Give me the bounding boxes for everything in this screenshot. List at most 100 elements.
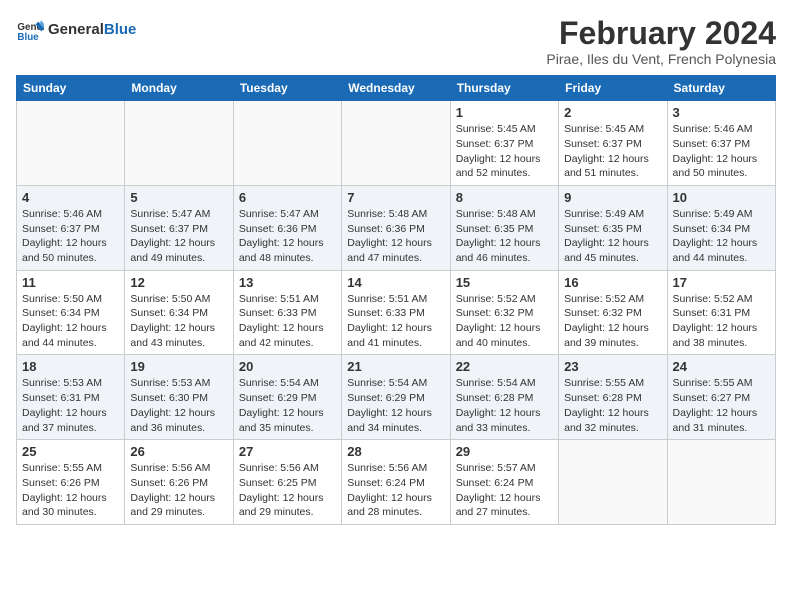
day-number: 16	[564, 275, 661, 290]
column-header-thursday: Thursday	[450, 76, 558, 101]
day-number: 12	[130, 275, 227, 290]
calendar-cell: 13 Sunrise: 5:51 AM Sunset: 6:33 PM Dayli…	[233, 270, 341, 355]
day-info: Sunrise: 5:55 AM Sunset: 6:26 PM Dayligh…	[22, 461, 119, 520]
calendar-cell: 7 Sunrise: 5:48 AM Sunset: 6:36 PM Daylig…	[342, 185, 450, 270]
day-number: 25	[22, 444, 119, 459]
column-header-monday: Monday	[125, 76, 233, 101]
calendar-header-row: SundayMondayTuesdayWednesdayThursdayFrid…	[17, 76, 776, 101]
day-info: Sunrise: 5:49 AM Sunset: 6:34 PM Dayligh…	[673, 207, 770, 266]
calendar-cell	[125, 101, 233, 186]
day-number: 7	[347, 190, 444, 205]
day-info: Sunrise: 5:56 AM Sunset: 6:24 PM Dayligh…	[347, 461, 444, 520]
day-number: 26	[130, 444, 227, 459]
logo-general: General	[48, 21, 104, 38]
day-number: 3	[673, 105, 770, 120]
day-info: Sunrise: 5:55 AM Sunset: 6:28 PM Dayligh…	[564, 376, 661, 435]
day-info: Sunrise: 5:45 AM Sunset: 6:37 PM Dayligh…	[564, 122, 661, 181]
calendar-cell: 16 Sunrise: 5:52 AM Sunset: 6:32 PM Dayli…	[559, 270, 667, 355]
calendar-cell: 5 Sunrise: 5:47 AM Sunset: 6:37 PM Daylig…	[125, 185, 233, 270]
day-number: 28	[347, 444, 444, 459]
page-header: General Blue General Blue February 2024 P…	[16, 16, 776, 67]
day-number: 19	[130, 359, 227, 374]
day-number: 22	[456, 359, 553, 374]
svg-text:Blue: Blue	[17, 32, 39, 43]
calendar-cell: 12 Sunrise: 5:50 AM Sunset: 6:34 PM Dayli…	[125, 270, 233, 355]
calendar-table: SundayMondayTuesdayWednesdayThursdayFrid…	[16, 75, 776, 525]
day-info: Sunrise: 5:51 AM Sunset: 6:33 PM Dayligh…	[239, 292, 336, 351]
column-header-sunday: Sunday	[17, 76, 125, 101]
day-number: 4	[22, 190, 119, 205]
day-info: Sunrise: 5:53 AM Sunset: 6:31 PM Dayligh…	[22, 376, 119, 435]
day-info: Sunrise: 5:52 AM Sunset: 6:32 PM Dayligh…	[456, 292, 553, 351]
calendar-cell: 14 Sunrise: 5:51 AM Sunset: 6:33 PM Dayli…	[342, 270, 450, 355]
day-info: Sunrise: 5:50 AM Sunset: 6:34 PM Dayligh…	[22, 292, 119, 351]
day-number: 10	[673, 190, 770, 205]
calendar-cell: 10 Sunrise: 5:49 AM Sunset: 6:34 PM Dayli…	[667, 185, 775, 270]
day-number: 27	[239, 444, 336, 459]
day-number: 13	[239, 275, 336, 290]
calendar-cell	[17, 101, 125, 186]
calendar-cell: 3 Sunrise: 5:46 AM Sunset: 6:37 PM Daylig…	[667, 101, 775, 186]
day-info: Sunrise: 5:51 AM Sunset: 6:33 PM Dayligh…	[347, 292, 444, 351]
day-info: Sunrise: 5:52 AM Sunset: 6:31 PM Dayligh…	[673, 292, 770, 351]
calendar-cell: 22 Sunrise: 5:54 AM Sunset: 6:28 PM Dayli…	[450, 355, 558, 440]
day-number: 24	[673, 359, 770, 374]
day-info: Sunrise: 5:56 AM Sunset: 6:26 PM Dayligh…	[130, 461, 227, 520]
logo-icon: General Blue	[16, 16, 44, 44]
calendar-cell: 1 Sunrise: 5:45 AM Sunset: 6:37 PM Daylig…	[450, 101, 558, 186]
day-info: Sunrise: 5:48 AM Sunset: 6:35 PM Dayligh…	[456, 207, 553, 266]
calendar-cell: 18 Sunrise: 5:53 AM Sunset: 6:31 PM Dayli…	[17, 355, 125, 440]
day-info: Sunrise: 5:53 AM Sunset: 6:30 PM Dayligh…	[130, 376, 227, 435]
day-number: 20	[239, 359, 336, 374]
calendar-cell: 19 Sunrise: 5:53 AM Sunset: 6:30 PM Dayli…	[125, 355, 233, 440]
day-number: 14	[347, 275, 444, 290]
calendar-cell: 26 Sunrise: 5:56 AM Sunset: 6:26 PM Dayli…	[125, 440, 233, 525]
calendar-cell: 24Sunrise: 5:55 AM Sunset: 6:27 PM Dayli…	[667, 355, 775, 440]
day-number: 18	[22, 359, 119, 374]
column-header-wednesday: Wednesday	[342, 76, 450, 101]
week-row-4: 18 Sunrise: 5:53 AM Sunset: 6:31 PM Dayli…	[17, 355, 776, 440]
day-info: Sunrise: 5:54 AM Sunset: 6:29 PM Dayligh…	[347, 376, 444, 435]
week-row-3: 11Sunrise: 5:50 AM Sunset: 6:34 PM Dayli…	[17, 270, 776, 355]
day-number: 17	[673, 275, 770, 290]
day-info: Sunrise: 5:45 AM Sunset: 6:37 PM Dayligh…	[456, 122, 553, 181]
calendar-cell: 21 Sunrise: 5:54 AM Sunset: 6:29 PM Dayli…	[342, 355, 450, 440]
calendar-cell: 17 Sunrise: 5:52 AM Sunset: 6:31 PM Dayli…	[667, 270, 775, 355]
day-number: 15	[456, 275, 553, 290]
day-info: Sunrise: 5:46 AM Sunset: 6:37 PM Dayligh…	[22, 207, 119, 266]
day-number: 1	[456, 105, 553, 120]
calendar-cell	[559, 440, 667, 525]
day-number: 21	[347, 359, 444, 374]
day-number: 2	[564, 105, 661, 120]
day-info: Sunrise: 5:47 AM Sunset: 6:37 PM Dayligh…	[130, 207, 227, 266]
week-row-2: 4 Sunrise: 5:46 AM Sunset: 6:37 PM Daylig…	[17, 185, 776, 270]
day-info: Sunrise: 5:46 AM Sunset: 6:37 PM Dayligh…	[673, 122, 770, 181]
calendar-cell: 9Sunrise: 5:49 AM Sunset: 6:35 PM Daylig…	[559, 185, 667, 270]
day-number: 5	[130, 190, 227, 205]
day-info: Sunrise: 5:54 AM Sunset: 6:29 PM Dayligh…	[239, 376, 336, 435]
day-info: Sunrise: 5:56 AM Sunset: 6:25 PM Dayligh…	[239, 461, 336, 520]
calendar-cell	[667, 440, 775, 525]
day-number: 23	[564, 359, 661, 374]
calendar-cell: 2 Sunrise: 5:45 AM Sunset: 6:37 PM Daylig…	[559, 101, 667, 186]
day-info: Sunrise: 5:54 AM Sunset: 6:28 PM Dayligh…	[456, 376, 553, 435]
calendar-cell: 20 Sunrise: 5:54 AM Sunset: 6:29 PM Dayli…	[233, 355, 341, 440]
page-subtitle: Pirae, Iles du Vent, French Polynesia	[546, 51, 776, 67]
day-info: Sunrise: 5:50 AM Sunset: 6:34 PM Dayligh…	[130, 292, 227, 351]
day-info: Sunrise: 5:52 AM Sunset: 6:32 PM Dayligh…	[564, 292, 661, 351]
calendar-cell: 25 Sunrise: 5:55 AM Sunset: 6:26 PM Dayli…	[17, 440, 125, 525]
day-info: Sunrise: 5:48 AM Sunset: 6:36 PM Dayligh…	[347, 207, 444, 266]
calendar-cell: 8Sunrise: 5:48 AM Sunset: 6:35 PM Daylig…	[450, 185, 558, 270]
calendar-cell: 23 Sunrise: 5:55 AM Sunset: 6:28 PM Dayli…	[559, 355, 667, 440]
title-area: February 2024 Pirae, Iles du Vent, Frenc…	[546, 16, 776, 67]
page-title: February 2024	[546, 16, 776, 51]
day-info: Sunrise: 5:57 AM Sunset: 6:24 PM Dayligh…	[456, 461, 553, 520]
calendar-cell	[233, 101, 341, 186]
calendar-cell: 27 Sunrise: 5:56 AM Sunset: 6:25 PM Dayli…	[233, 440, 341, 525]
week-row-5: 25 Sunrise: 5:55 AM Sunset: 6:26 PM Dayli…	[17, 440, 776, 525]
calendar-cell: 4 Sunrise: 5:46 AM Sunset: 6:37 PM Daylig…	[17, 185, 125, 270]
calendar-cell: 28 Sunrise: 5:56 AM Sunset: 6:24 PM Dayli…	[342, 440, 450, 525]
calendar-cell: 11Sunrise: 5:50 AM Sunset: 6:34 PM Dayli…	[17, 270, 125, 355]
logo: General Blue General Blue	[16, 16, 136, 44]
day-number: 9	[564, 190, 661, 205]
